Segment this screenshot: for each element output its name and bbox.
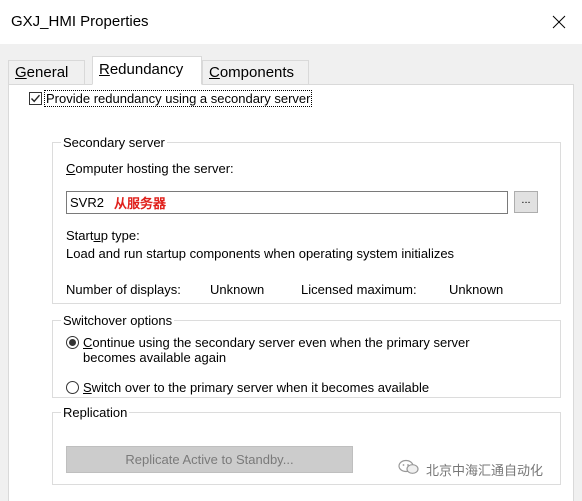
slave-server-annotation: 从服务器 [113, 197, 166, 212]
computer-hosting-input[interactable]: SVR2 从服务器 [66, 191, 508, 214]
tab-strip: General Redundancy Components [8, 56, 574, 85]
tab-redundancy-mnemonic: R [99, 61, 110, 78]
continue-secondary-radio[interactable] [66, 336, 79, 349]
tab-general[interactable]: General [8, 60, 85, 84]
switch-primary-mnemonic: S [83, 380, 92, 395]
watermark: 北京中海汇通自动化 [398, 459, 543, 479]
computer-hosting-label: Computer hosting the server: [66, 161, 234, 176]
checkmark-icon [30, 94, 41, 103]
computer-hosting-value: SVR2 [70, 195, 104, 210]
tab-components-mnemonic: C [209, 64, 220, 81]
startup-type-mnemonic: u [93, 228, 101, 243]
replicate-active-to-standby-button[interactable]: Replicate Active to Standby... [66, 446, 353, 473]
watermark-text: 北京中海汇通自动化 [426, 463, 544, 479]
number-of-displays-value: Unknown [210, 282, 265, 297]
browse-button[interactable]: ... [514, 191, 538, 213]
number-of-displays-label: Number of displays: [66, 282, 181, 297]
startup-type-value: Load and run startup components when ope… [66, 246, 455, 261]
switch-primary-label-text: witch over to the primary server when it… [91, 380, 430, 395]
replication-legend: Replication [63, 405, 128, 420]
continue-secondary-line2: becomes available again [83, 350, 227, 365]
startup-type-label-pre: Start [66, 228, 94, 243]
licensed-maximum-label: Licensed maximum: [301, 282, 417, 297]
radio-selected-dot [69, 339, 76, 346]
provide-redundancy-checkbox[interactable] [29, 92, 42, 105]
tab-redundancy-label: edundancy [109, 61, 184, 78]
switch-primary-radio[interactable] [66, 381, 79, 394]
tab-redundancy[interactable]: Redundancy [92, 56, 202, 85]
redundancy-panel: Provide redundancy using a secondary ser… [8, 84, 574, 501]
provide-redundancy-label: Provide redundancy using a secondary ser… [43, 90, 313, 107]
close-icon [552, 15, 566, 29]
continue-secondary-option[interactable]: Continue using the secondary server even… [66, 335, 470, 365]
wechat-icon [398, 459, 420, 479]
secondary-server-legend: Secondary server [63, 135, 165, 150]
switch-primary-option[interactable]: Switch over to the primary server when i… [66, 380, 429, 395]
licensed-maximum-value: Unknown [449, 282, 504, 297]
secondary-server-group: Secondary server Computer hosting the se… [52, 135, 561, 304]
switchover-options-legend: Switchover options [63, 313, 173, 328]
title-bar: GXJ_HMI Properties [0, 0, 582, 44]
computer-hosting-mnemonic: C [66, 161, 76, 176]
tab-general-label: eneral [26, 64, 69, 81]
continue-secondary-label: Continue using the secondary server even… [83, 335, 470, 365]
switch-primary-label: Switch over to the primary server when i… [83, 380, 429, 395]
tab-components-label: omponents [219, 64, 295, 81]
computer-hosting-label-text: omputer hosting the server: [75, 161, 234, 176]
switchover-options-group: Switchover options Continue using the se… [52, 313, 561, 398]
continue-secondary-mnemonic: C [83, 335, 93, 350]
continue-secondary-line1: ontinue using the secondary server even … [92, 335, 470, 350]
startup-type-label: Startup type: [66, 228, 140, 243]
tab-general-mnemonic: G [15, 64, 27, 81]
startup-type-label-post: p type: [100, 228, 140, 243]
close-button[interactable] [536, 0, 582, 44]
window-title: GXJ_HMI Properties [11, 13, 149, 30]
provide-redundancy-row[interactable]: Provide redundancy using a secondary ser… [29, 90, 313, 107]
tab-components[interactable]: Components [202, 60, 309, 84]
